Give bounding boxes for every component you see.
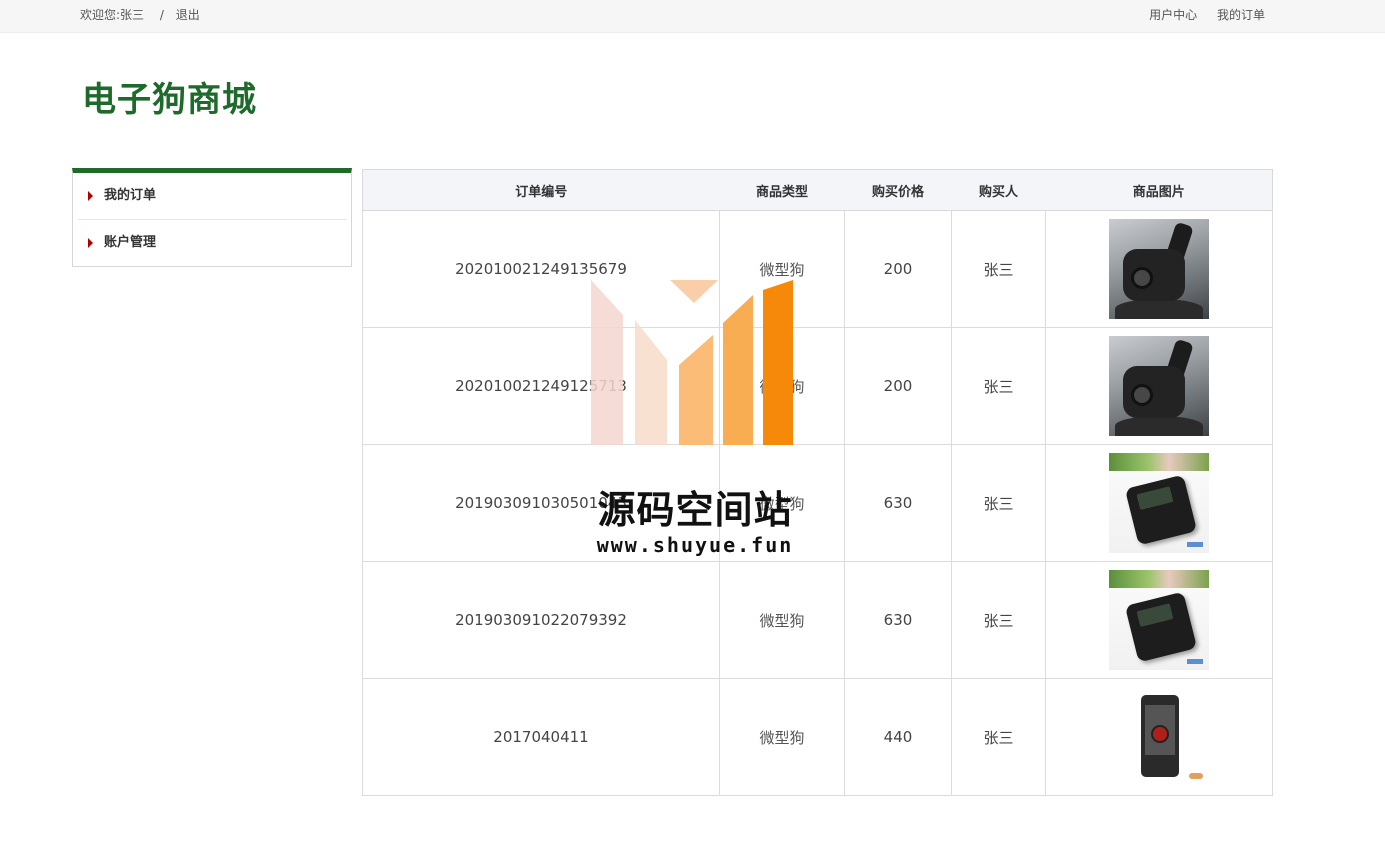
- arrow-right-icon: [88, 191, 93, 201]
- price-cell: 200: [844, 210, 952, 328]
- header-image: 商品图片: [1045, 169, 1273, 211]
- price-cell: 440: [844, 678, 952, 796]
- sidebar-item-my-orders[interactable]: 我的订单: [78, 173, 346, 219]
- table-row: 202010021249125713 微型狗 200 张三: [362, 327, 1273, 445]
- table-row: 201903091030501043 微型狗 630 张三: [362, 444, 1273, 562]
- my-orders-link[interactable]: 我的订单: [1217, 8, 1265, 22]
- dashcam-image[interactable]: [1109, 219, 1209, 319]
- buyer-cell: 张三: [951, 678, 1046, 796]
- buyer-cell: 张三: [951, 561, 1046, 679]
- top-nav: 用户中心 我的订单: [1133, 6, 1265, 23]
- welcome-area: 欢迎您:张三 / 退出: [80, 6, 204, 23]
- header-type: 商品类型: [719, 169, 845, 211]
- camera-image[interactable]: [1109, 570, 1209, 670]
- table-row: 2017040411 微型狗 440 张三: [362, 678, 1273, 796]
- header-buyer: 购买人: [951, 169, 1046, 211]
- buyer-cell: 张三: [951, 210, 1046, 328]
- type-cell: 微型狗: [719, 561, 845, 679]
- table-row: 202010021249135679 微型狗 200 张三: [362, 210, 1273, 328]
- camera-image[interactable]: [1109, 453, 1209, 553]
- order-no-cell: 201903091030501043: [362, 444, 720, 562]
- separator: /: [159, 8, 164, 22]
- order-no-cell: 202010021249125713: [362, 327, 720, 445]
- dashcam-image[interactable]: [1109, 336, 1209, 436]
- type-cell: 微型狗: [719, 444, 845, 562]
- welcome-text: 欢迎您:张三: [80, 8, 145, 22]
- buyer-cell: 张三: [951, 327, 1046, 445]
- image-cell: [1045, 327, 1273, 445]
- logout-link[interactable]: 退出: [176, 8, 200, 22]
- table-row: 201903091022079392 微型狗 630 张三: [362, 561, 1273, 679]
- price-cell: 630: [844, 444, 952, 562]
- sidebar-item-account[interactable]: 账户管理: [78, 219, 346, 265]
- header-order-no: 订单编号: [362, 169, 720, 211]
- type-cell: 微型狗: [719, 678, 845, 796]
- sidebar-item-label: 我的订单: [104, 188, 157, 203]
- type-cell: 微型狗: [719, 327, 845, 445]
- orders-table: 订单编号 商品类型 购买价格 购买人 商品图片 2020100212491356…: [362, 169, 1273, 796]
- order-no-cell: 202010021249135679: [362, 210, 720, 328]
- image-cell: [1045, 561, 1273, 679]
- top-bar: 欢迎您:张三 / 退出 用户中心 我的订单: [0, 0, 1385, 33]
- header-price: 购买价格: [844, 169, 952, 211]
- image-cell: [1045, 444, 1273, 562]
- buyer-cell: 张三: [951, 444, 1046, 562]
- image-cell: [1045, 210, 1273, 328]
- site-logo-title[interactable]: 电子狗商城: [82, 72, 257, 121]
- arrow-right-icon: [88, 238, 93, 248]
- order-no-cell: 201903091022079392: [362, 561, 720, 679]
- image-cell: [1045, 678, 1273, 796]
- price-cell: 200: [844, 327, 952, 445]
- user-center-link[interactable]: 用户中心: [1149, 8, 1197, 22]
- price-cell: 630: [844, 561, 952, 679]
- sidebar-item-label: 账户管理: [104, 235, 157, 250]
- order-no-cell: 2017040411: [362, 678, 720, 796]
- sidebar: 我的订单 账户管理: [72, 168, 352, 267]
- phone-image[interactable]: [1109, 687, 1209, 787]
- type-cell: 微型狗: [719, 210, 845, 328]
- table-header-row: 订单编号 商品类型 购买价格 购买人 商品图片: [362, 169, 1273, 211]
